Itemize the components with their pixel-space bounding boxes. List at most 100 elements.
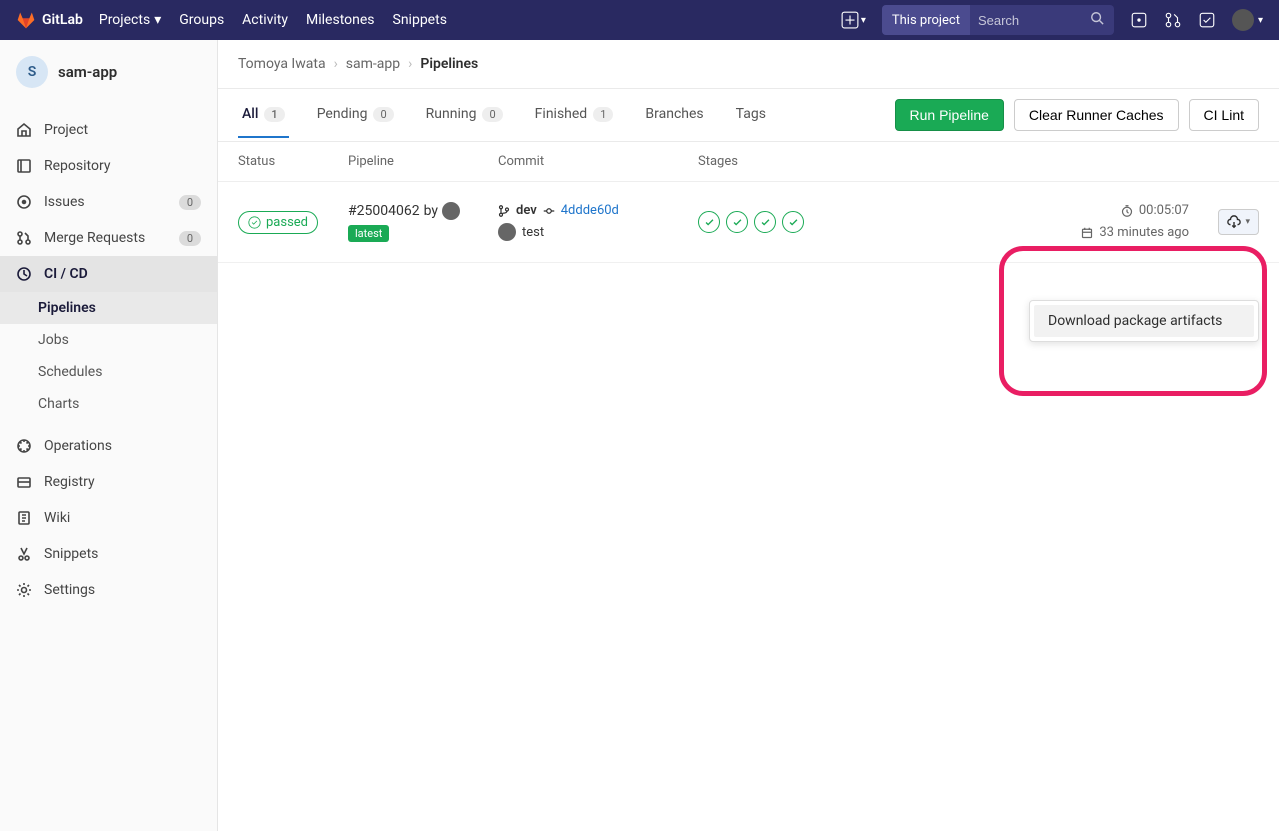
- nav-links: Projects▾ Groups Activity Milestones Sni…: [99, 8, 447, 32]
- stage-passed[interactable]: [698, 211, 720, 233]
- project-name: sam-app: [58, 63, 117, 81]
- user-menu[interactable]: ▾: [1232, 9, 1263, 31]
- sidebar-item-label: Repository: [44, 158, 110, 174]
- gitlab-logo[interactable]: GitLab: [16, 10, 83, 30]
- tab-label: Finished: [535, 106, 588, 122]
- merge-request-icon[interactable]: [1164, 11, 1182, 29]
- download-cloud-icon: [1227, 215, 1241, 229]
- breadcrumb-item[interactable]: sam-app: [346, 56, 400, 72]
- tab-running[interactable]: Running 0: [422, 92, 507, 138]
- cicd-icon: [16, 266, 32, 282]
- sidebar-sub-pipelines[interactable]: Pipelines: [0, 292, 217, 324]
- snippets-icon: [16, 546, 32, 562]
- sidebar-item-project[interactable]: Project: [0, 112, 217, 148]
- brand-text: GitLab: [42, 12, 83, 28]
- commit-sha[interactable]: 4ddde60d: [561, 203, 619, 218]
- nav-groups[interactable]: Groups: [179, 8, 224, 32]
- calendar-icon: [1081, 227, 1093, 239]
- duration: 00:05:07: [1139, 200, 1189, 222]
- issues-icon[interactable]: [1130, 11, 1148, 29]
- sidebar-sub-charts[interactable]: Charts: [0, 388, 217, 420]
- sidebar-item-registry[interactable]: Registry: [0, 464, 217, 500]
- by-text: by: [424, 203, 438, 219]
- gitlab-icon: [16, 10, 36, 30]
- sidebar-item-label: Project: [44, 122, 88, 138]
- search-input[interactable]: [970, 13, 1080, 28]
- stage-passed[interactable]: [782, 211, 804, 233]
- nav-projects[interactable]: Projects▾: [99, 8, 161, 32]
- tab-branches[interactable]: Branches: [641, 92, 707, 138]
- nav-milestones[interactable]: Milestones: [306, 8, 375, 32]
- sidebar-item-snippets[interactable]: Snippets: [0, 536, 217, 572]
- sidebar-item-label: Merge Requests: [44, 230, 145, 246]
- sidebar-item-operations[interactable]: Operations: [0, 428, 217, 464]
- tab-finished[interactable]: Finished 1: [531, 92, 618, 138]
- stopwatch-icon: [1121, 205, 1133, 217]
- plus-icon: [841, 11, 859, 29]
- tab-count: 0: [373, 107, 393, 122]
- download-package-artifacts-item[interactable]: Download package artifacts: [1034, 305, 1254, 337]
- ci-lint-button[interactable]: CI Lint: [1189, 99, 1259, 131]
- sidebar-item-repository[interactable]: Repository: [0, 148, 217, 184]
- table-header: Status Pipeline Commit Stages: [218, 142, 1279, 182]
- pipelines-table: Status Pipeline Commit Stages passed #25…: [218, 142, 1279, 263]
- new-button[interactable]: ▾: [841, 11, 866, 29]
- tab-label: Running: [426, 106, 477, 122]
- sidebar-item-label: Issues: [44, 194, 85, 210]
- breadcrumb-item[interactable]: Tomoya Iwata: [238, 56, 326, 72]
- col-pipeline: Pipeline: [348, 154, 498, 169]
- wiki-icon: [16, 510, 32, 526]
- tab-label: Tags: [736, 106, 766, 122]
- chevron-down-icon: ▾: [1245, 217, 1250, 227]
- time-ago: 33 minutes ago: [1099, 222, 1189, 244]
- sidebar-item-label: Wiki: [44, 510, 70, 526]
- search-icon[interactable]: [1080, 11, 1114, 29]
- sidebar-sub-schedules[interactable]: Schedules: [0, 356, 217, 388]
- tab-tags[interactable]: Tags: [732, 92, 770, 138]
- tab-pending[interactable]: Pending0: [313, 92, 398, 138]
- artifacts-dropdown: Download package artifacts: [1029, 300, 1259, 342]
- sidebar-sub-jobs[interactable]: Jobs: [0, 324, 217, 356]
- nav-snippets[interactable]: Snippets: [393, 8, 447, 32]
- author-avatar[interactable]: [442, 202, 460, 220]
- sidebar-count-badge: 0: [179, 195, 201, 210]
- clear-caches-button[interactable]: Clear Runner Caches: [1014, 99, 1179, 131]
- tab-all[interactable]: All1: [238, 92, 289, 138]
- download-artifacts-button[interactable]: ▾: [1218, 209, 1259, 235]
- branch-name[interactable]: dev: [516, 203, 537, 218]
- tab-count: 1: [264, 107, 284, 122]
- status-badge-passed[interactable]: passed: [238, 211, 318, 234]
- settings-icon: [16, 582, 32, 598]
- stage-passed[interactable]: [726, 211, 748, 233]
- stage-passed[interactable]: [754, 211, 776, 233]
- search-scope[interactable]: This project: [882, 5, 970, 35]
- sidebar-item-settings[interactable]: Settings: [0, 572, 217, 608]
- breadcrumbs: Tomoya Iwata › sam-app › Pipelines: [218, 40, 1279, 89]
- commit-icon: [543, 205, 555, 217]
- tab-count: 1: [593, 107, 613, 122]
- user-avatar: [1232, 9, 1254, 31]
- commit-message[interactable]: test: [522, 225, 544, 240]
- sidebar-item-label: CI / CD: [44, 266, 88, 282]
- tab-count: 0: [482, 107, 502, 122]
- sidebar: S sam-app Project Repository Issues 0 Merge …: [0, 40, 218, 831]
- breadcrumb-separator: ›: [334, 56, 338, 72]
- sidebar-item-ci-cd[interactable]: CI / CD: [0, 256, 217, 292]
- col-stages: Stages: [698, 154, 858, 169]
- tab-label: Branches: [645, 106, 703, 122]
- branch-icon: [498, 205, 510, 217]
- pipeline-id[interactable]: #25004062: [348, 203, 420, 219]
- nav-activity[interactable]: Activity: [242, 8, 288, 32]
- commit-author-avatar[interactable]: [498, 223, 516, 241]
- project-header[interactable]: S sam-app: [0, 40, 217, 104]
- todos-icon[interactable]: [1198, 11, 1216, 29]
- run-pipeline-button[interactable]: Run Pipeline: [895, 99, 1004, 131]
- ops-icon: [16, 438, 32, 454]
- merge-icon: [16, 230, 32, 246]
- registry-icon: [16, 474, 32, 490]
- col-status: Status: [238, 154, 348, 169]
- sidebar-item-wiki[interactable]: Wiki: [0, 500, 217, 536]
- sidebar-item-issues[interactable]: Issues 0: [0, 184, 217, 220]
- chevron-down-icon: ▾: [1258, 15, 1263, 26]
- sidebar-item-merge-requests[interactable]: Merge Requests0: [0, 220, 217, 256]
